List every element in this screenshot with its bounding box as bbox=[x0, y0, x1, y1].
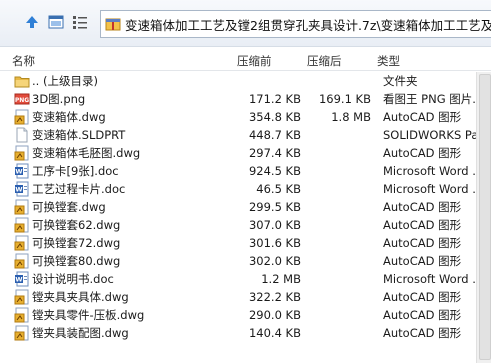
dwg-icon bbox=[14, 325, 30, 341]
file-type: 文件夹 bbox=[383, 74, 418, 88]
path-text: 变速箱体加工工艺及镗2组贯穿孔夹具设计.7z\变速箱体加工工艺及镗2 bbox=[125, 17, 491, 33]
file-row[interactable]: PNG 3D图.png 171.2 KB 169.1 KB 看图王 PNG 图片... bbox=[0, 90, 491, 108]
file-name: 变速箱体.dwg bbox=[32, 110, 106, 124]
file-list: .. (上级目录) 文件夹 PNG 3D图.png 171.2 KB 169.1 KB 看图… bbox=[0, 72, 491, 342]
toolbar: 变速箱体加工工艺及镗2组贯穿孔夹具设计.7z\变速箱体加工工艺及镗2 bbox=[0, 0, 491, 47]
original-size: 1.2 MB bbox=[261, 272, 301, 286]
file-type: AutoCAD 图形 bbox=[383, 200, 462, 214]
dwg-icon bbox=[14, 145, 30, 161]
file-type: AutoCAD 图形 bbox=[383, 308, 462, 322]
original-size: 290.0 KB bbox=[248, 308, 301, 322]
view-button[interactable] bbox=[46, 12, 66, 32]
original-size: 299.5 KB bbox=[248, 200, 301, 214]
file-name: 可换镗套.dwg bbox=[32, 200, 106, 214]
file-name: 工序卡[9张].doc bbox=[32, 164, 119, 178]
file-row[interactable]: 镗夹具零件-压板.dwg 290.0 KB AutoCAD 图形 bbox=[0, 306, 491, 324]
compressed-size: 169.1 KB bbox=[318, 92, 371, 106]
compressed-size: 1.8 MB bbox=[331, 110, 371, 124]
blank-file-icon bbox=[14, 127, 30, 143]
file-type: AutoCAD 图形 bbox=[383, 218, 462, 232]
svg-text:W: W bbox=[15, 168, 22, 176]
path-bar[interactable]: 变速箱体加工工艺及镗2组贯穿孔夹具设计.7z\变速箱体加工工艺及镗2 bbox=[100, 10, 491, 38]
file-type: 看图王 PNG 图片... bbox=[383, 92, 484, 106]
file-name: 可换镗套72.dwg bbox=[32, 236, 121, 250]
file-row[interactable]: .. (上级目录) 文件夹 bbox=[0, 72, 491, 90]
file-type: AutoCAD 图形 bbox=[383, 236, 462, 250]
original-size: 302.0 KB bbox=[248, 254, 301, 268]
file-row[interactable]: 可换镗套62.dwg 307.0 KB AutoCAD 图形 bbox=[0, 216, 491, 234]
doc-icon: W bbox=[14, 181, 30, 197]
file-type: AutoCAD 图形 bbox=[383, 146, 462, 160]
window-view-icon bbox=[48, 15, 64, 29]
dwg-icon bbox=[14, 217, 30, 233]
original-size: 171.2 KB bbox=[248, 92, 301, 106]
file-name: .. (上级目录) bbox=[32, 74, 98, 88]
file-row[interactable]: 变速箱体.dwg 354.8 KB 1.8 MB AutoCAD 图形 bbox=[0, 108, 491, 126]
svg-text:W: W bbox=[15, 186, 22, 194]
original-size: 46.5 KB bbox=[256, 182, 301, 196]
file-name: 镗夹具夹具体.dwg bbox=[32, 290, 129, 304]
file-type: SOLIDWORKS Pa... bbox=[383, 128, 490, 142]
archive-icon bbox=[105, 18, 121, 31]
file-row[interactable]: W 工艺过程卡片.doc 46.5 KB Microsoft Word ... bbox=[0, 180, 491, 198]
scrollbar-thumb[interactable] bbox=[479, 74, 491, 360]
file-name: 变速箱体.SLDPRT bbox=[32, 128, 126, 142]
svg-text:PNG: PNG bbox=[15, 97, 29, 104]
file-type: Microsoft Word ... bbox=[383, 164, 484, 178]
up-folder-button[interactable] bbox=[22, 12, 42, 32]
file-row[interactable]: W 设计说明书.doc 1.2 MB Microsoft Word ... bbox=[0, 270, 491, 288]
file-name: 可换镗套80.dwg bbox=[32, 254, 121, 268]
dwg-icon bbox=[14, 289, 30, 305]
dwg-icon bbox=[14, 235, 30, 251]
arrow-up-icon bbox=[26, 16, 38, 28]
file-name: 工艺过程卡片.doc bbox=[32, 182, 126, 196]
file-type: AutoCAD 图形 bbox=[383, 110, 462, 124]
file-type: Microsoft Word ... bbox=[383, 182, 484, 196]
file-row[interactable]: 可换镗套.dwg 299.5 KB AutoCAD 图形 bbox=[0, 198, 491, 216]
doc-icon: W bbox=[14, 163, 30, 179]
list-view-icon bbox=[73, 16, 87, 29]
column-type[interactable]: 类型 bbox=[377, 53, 400, 69]
file-row[interactable]: 镗夹具夹具体.dwg 322.2 KB AutoCAD 图形 bbox=[0, 288, 491, 306]
original-size: 297.4 KB bbox=[248, 146, 301, 160]
file-row[interactable]: 可换镗套80.dwg 302.0 KB AutoCAD 图形 bbox=[0, 252, 491, 270]
dwg-icon bbox=[14, 199, 30, 215]
original-size: 307.0 KB bbox=[248, 218, 301, 232]
dwg-icon bbox=[14, 253, 30, 269]
file-row[interactable]: W 工序卡[9张].doc 924.5 KB Microsoft Word ... bbox=[0, 162, 491, 180]
dwg-icon bbox=[14, 109, 30, 125]
png-icon: PNG bbox=[14, 91, 30, 107]
file-name: 变速箱体毛胚图.dwg bbox=[32, 146, 141, 160]
vertical-scrollbar[interactable] bbox=[476, 72, 491, 363]
column-original-size[interactable]: 压缩前 bbox=[237, 53, 272, 69]
column-name[interactable]: 名称 bbox=[12, 53, 35, 69]
column-header: 名称 压缩前 压缩后 类型 bbox=[0, 50, 491, 71]
original-size: 140.4 KB bbox=[248, 326, 301, 340]
file-row[interactable]: 可换镗套72.dwg 301.6 KB AutoCAD 图形 bbox=[0, 234, 491, 252]
file-row[interactable]: 变速箱体.SLDPRT 448.7 KB SOLIDWORKS Pa... bbox=[0, 126, 491, 144]
folder-icon bbox=[14, 73, 30, 89]
file-type: Microsoft Word ... bbox=[383, 272, 484, 286]
doc-icon: W bbox=[14, 271, 30, 287]
dwg-icon bbox=[14, 307, 30, 323]
file-row[interactable]: 变速箱体毛胚图.dwg 297.4 KB AutoCAD 图形 bbox=[0, 144, 491, 162]
file-name: 镗夹具装配图.dwg bbox=[32, 326, 129, 340]
file-name: 3D图.png bbox=[32, 92, 86, 106]
original-size: 354.8 KB bbox=[248, 110, 301, 124]
file-type: AutoCAD 图形 bbox=[383, 326, 462, 340]
file-type: AutoCAD 图形 bbox=[383, 254, 462, 268]
file-name: 镗夹具零件-压板.dwg bbox=[32, 308, 145, 322]
file-name: 可换镗套62.dwg bbox=[32, 218, 121, 232]
original-size: 301.6 KB bbox=[248, 236, 301, 250]
file-row[interactable]: 镗夹具装配图.dwg 140.4 KB AutoCAD 图形 bbox=[0, 324, 491, 342]
svg-text:W: W bbox=[15, 276, 22, 284]
column-compressed-size[interactable]: 压缩后 bbox=[307, 53, 342, 69]
file-type: AutoCAD 图形 bbox=[383, 290, 462, 304]
original-size: 448.7 KB bbox=[248, 128, 301, 142]
original-size: 924.5 KB bbox=[248, 164, 301, 178]
list-view-button[interactable] bbox=[70, 12, 90, 32]
original-size: 322.2 KB bbox=[248, 290, 301, 304]
file-name: 设计说明书.doc bbox=[32, 272, 114, 286]
